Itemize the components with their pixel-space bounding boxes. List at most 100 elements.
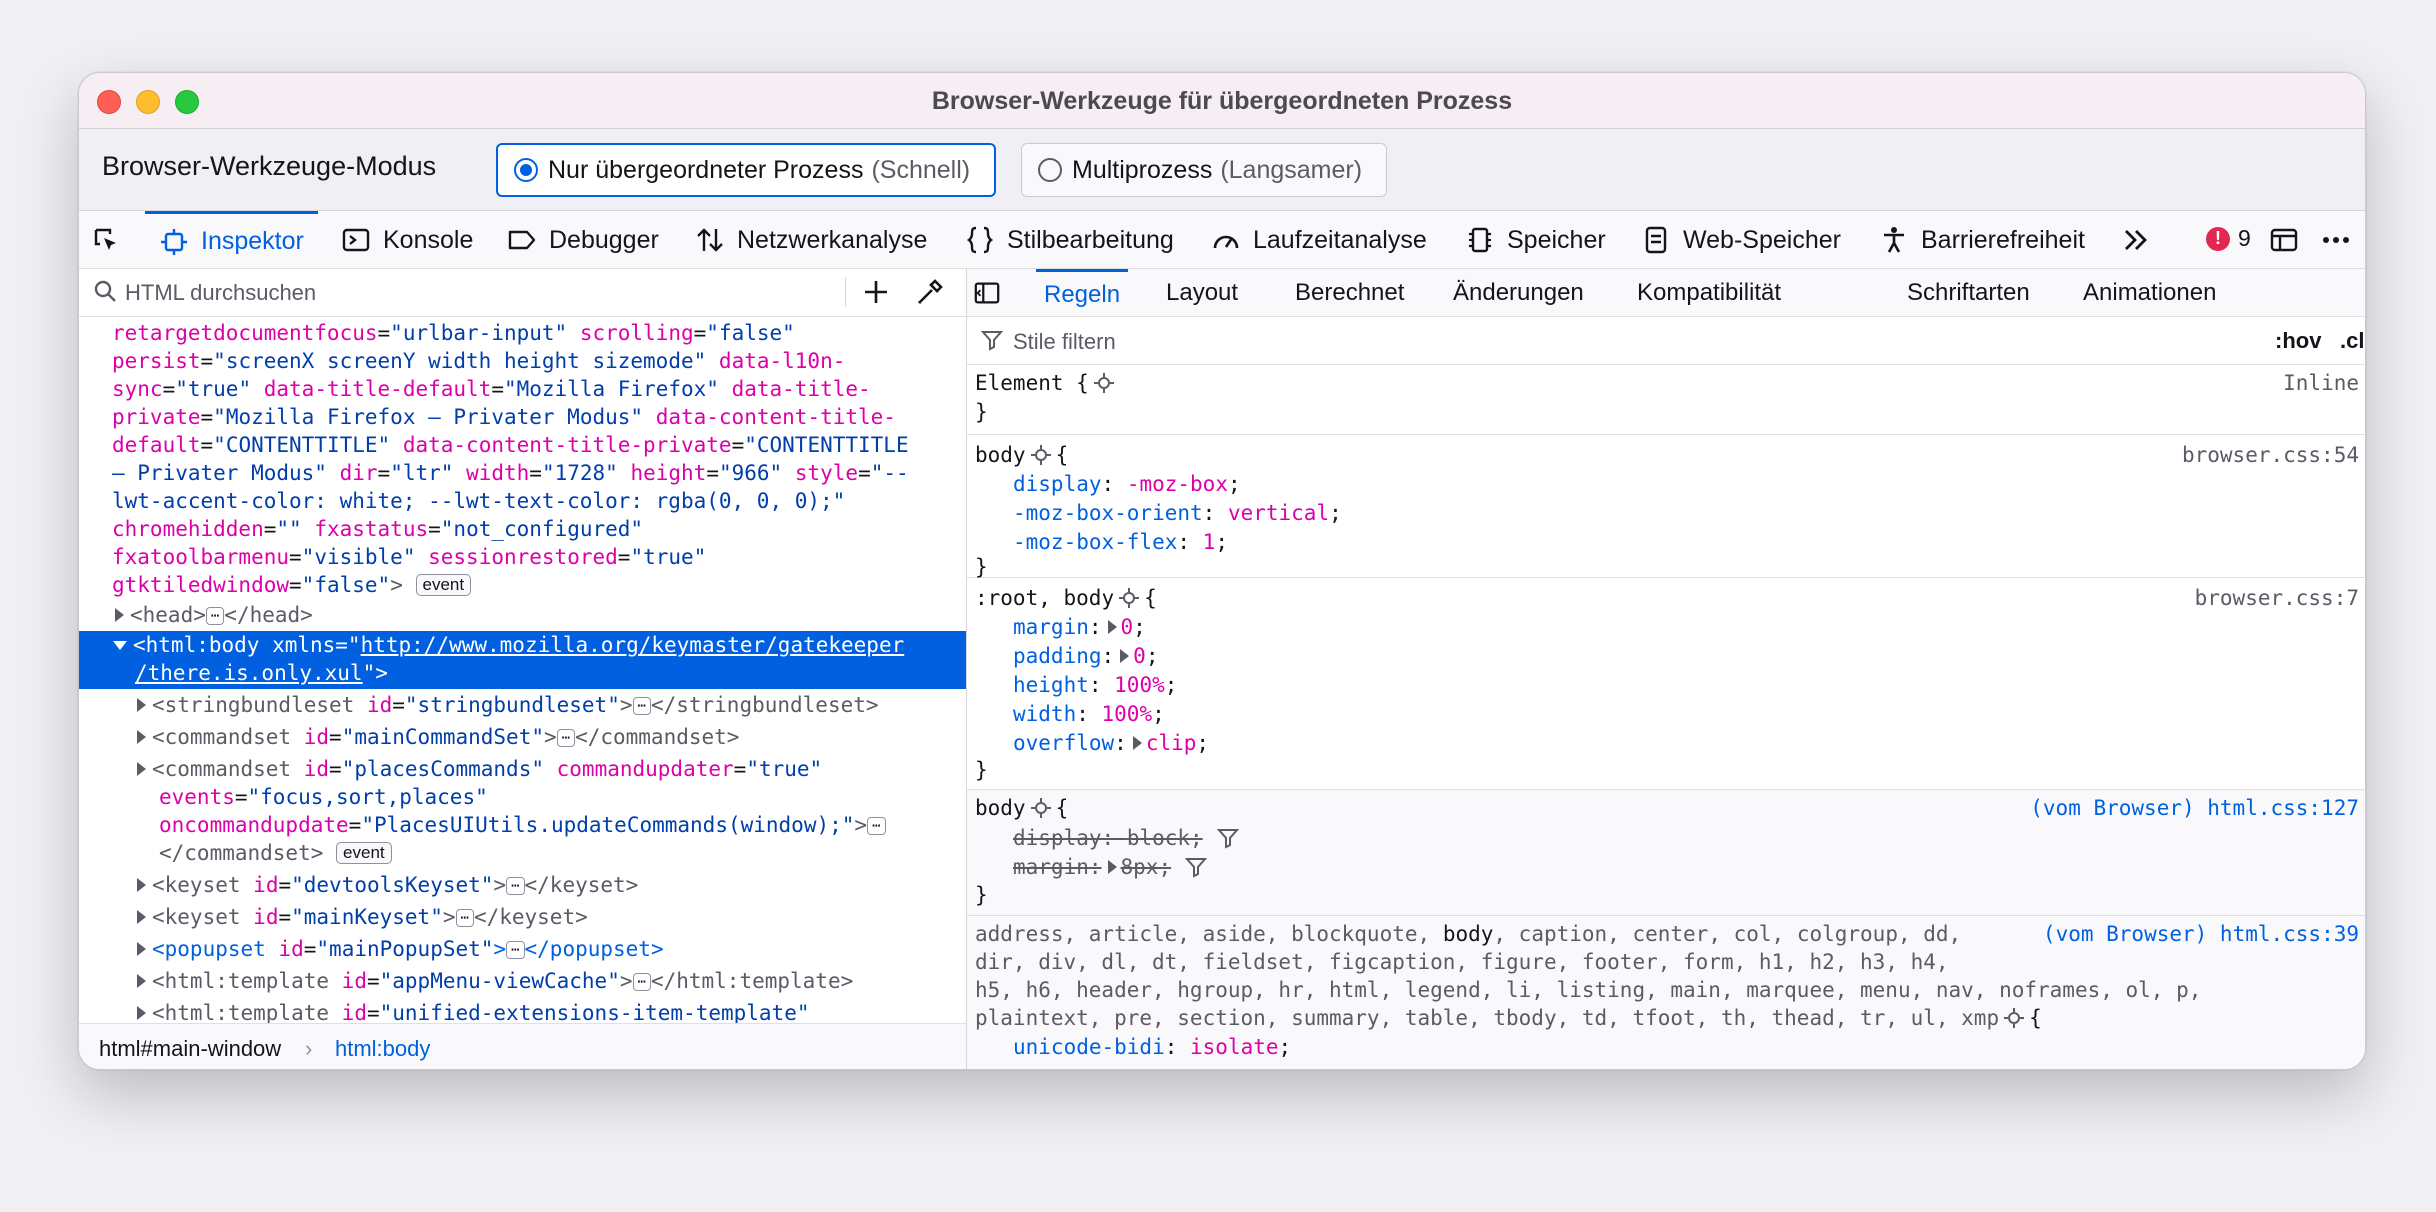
- rule-selector-match[interactable]: body: [1064, 586, 1115, 610]
- declaration[interactable]: width: 100%;: [975, 700, 1165, 729]
- rule-source-link[interactable]: browser.css:54: [2182, 441, 2359, 470]
- tree-node-body-selected[interactable]: <html:body xmlns="http://www.mozilla.org…: [79, 631, 966, 689]
- rule-selector[interactable]: body: [975, 443, 1026, 467]
- rule-selector-line[interactable]: plaintext, pre, section, summary, table,…: [975, 1004, 2042, 1033]
- overridden-declaration[interactable]: margin: 8px;: [975, 853, 1208, 882]
- expand-arrow-icon[interactable]: [137, 698, 146, 712]
- tab-computed[interactable]: Berechnet: [1295, 269, 1404, 317]
- declaration[interactable]: -moz-box-flex: 1;: [975, 528, 1228, 557]
- tab-debugger[interactable]: Debugger: [507, 211, 659, 269]
- expand-arrow-icon[interactable]: [137, 910, 146, 924]
- toggle-sidebar-button[interactable]: [967, 269, 1007, 317]
- expand-arrow-icon[interactable]: [137, 1006, 146, 1020]
- breadcrumb-item[interactable]: html#main-window: [99, 1036, 281, 1062]
- rule-source-link[interactable]: browser.css:7: [2195, 584, 2359, 613]
- tab-memory[interactable]: Speicher: [1465, 211, 1606, 269]
- rule-selector-line[interactable]: address, article, aside, blockquote, bod…: [975, 920, 1961, 949]
- collapsed-ellipsis[interactable]: ⋯: [632, 973, 651, 991]
- tab-fonts[interactable]: Schriftarten: [1907, 269, 2030, 317]
- rule-selector-line[interactable]: dir, div, dl, dt, fieldset, figcaption, …: [975, 948, 1949, 977]
- tab-storage[interactable]: Web-Speicher: [1641, 211, 1841, 269]
- event-badge[interactable]: event: [415, 574, 472, 596]
- filter-icon[interactable]: [1185, 856, 1208, 878]
- declaration[interactable]: height: 100%;: [975, 671, 1177, 700]
- gear-icon[interactable]: [1030, 444, 1052, 466]
- tab-layout[interactable]: Layout: [1166, 269, 1238, 317]
- tree-node[interactable]: <keyset id="devtoolsKeyset"> ⋯ </keyset>: [79, 871, 966, 899]
- tree-node[interactable]: <commandset id="placesCommands" commandu…: [79, 755, 966, 783]
- expand-arrow-icon[interactable]: [137, 730, 146, 744]
- collapse-arrow-icon[interactable]: [113, 641, 127, 650]
- rule-close-brace: }: [975, 400, 988, 424]
- declaration[interactable]: display: -moz-box;: [975, 470, 1241, 499]
- collapsed-ellipsis[interactable]: ⋯: [556, 729, 576, 747]
- gear-icon[interactable]: [1093, 372, 1115, 394]
- expand-arrow-icon[interactable]: [115, 608, 124, 622]
- chevron-right-icon: ›: [305, 1036, 313, 1061]
- more-tools-button[interactable]: [2121, 211, 2163, 269]
- event-badge[interactable]: event: [336, 842, 392, 864]
- expand-shorthand-icon[interactable]: [1107, 620, 1117, 634]
- collapsed-ellipsis[interactable]: ⋯: [205, 607, 225, 625]
- tab-compatibility[interactable]: Kompatibilität: [1637, 269, 1781, 317]
- filter-icon[interactable]: [1216, 827, 1239, 849]
- expand-shorthand-icon[interactable]: [1120, 649, 1130, 663]
- expand-arrow-icon[interactable]: [137, 878, 146, 892]
- gear-icon[interactable]: [1030, 797, 1052, 819]
- expand-shorthand-icon[interactable]: [1107, 860, 1117, 874]
- rule-selector[interactable]: body: [975, 796, 1026, 820]
- expand-arrow-icon[interactable]: [137, 942, 146, 956]
- tab-style-editor[interactable]: Stilbearbeitung: [965, 211, 1174, 269]
- expand-arrow-icon[interactable]: [137, 762, 146, 776]
- declaration[interactable]: -moz-box-orient: vertical;: [975, 499, 1342, 528]
- eyedropper-icon[interactable]: [913, 275, 947, 309]
- add-node-icon[interactable]: [859, 275, 893, 309]
- declaration[interactable]: margin: 0;: [975, 613, 1146, 642]
- tree-node[interactable]: <popupset id="mainPopupSet"> ⋯ </popupset>: [79, 935, 966, 963]
- tree-node[interactable]: <keyset id="mainKeyset"> ⋯ </keyset>: [79, 903, 966, 931]
- html-search-input[interactable]: HTML durchsuchen: [125, 280, 316, 306]
- window-title: Browser-Werkzeuge für übergeordneten Pro…: [931, 87, 1513, 115]
- tab-accessibility[interactable]: Barrierefreiheit: [1879, 211, 2085, 269]
- expand-shorthand-icon[interactable]: [1132, 736, 1142, 750]
- tab-rules[interactable]: Regeln: [1036, 269, 1129, 317]
- collapsed-ellipsis[interactable]: ⋯: [867, 817, 886, 835]
- expand-arrow-icon[interactable]: [137, 974, 146, 988]
- collapsed-ellipsis[interactable]: ⋯: [506, 877, 525, 895]
- collapsed-ellipsis[interactable]: ⋯: [455, 909, 474, 927]
- tree-node[interactable]: <commandset id="mainCommandSet"> ⋯ </comma…: [79, 723, 966, 751]
- tab-animations[interactable]: Animationen: [2083, 269, 2216, 317]
- tab-network[interactable]: Netzwerkanalyse: [695, 211, 927, 269]
- class-toggle[interactable]: .cls: [2340, 328, 2365, 354]
- collapsed-ellipsis[interactable]: ⋯: [632, 697, 651, 715]
- tree-node[interactable]: <html:template id="appMenu-viewCache"> ⋯ <…: [79, 967, 966, 995]
- overridden-declaration[interactable]: display: block;: [975, 824, 1239, 853]
- gear-icon[interactable]: [2003, 1007, 2025, 1029]
- hover-pseudo-toggle[interactable]: :hov: [2275, 328, 2321, 354]
- tree-node-head[interactable]: <head> ⋯ </head>: [79, 601, 966, 629]
- breadcrumb-item-active[interactable]: html:body: [335, 1036, 430, 1062]
- rule-selector-line[interactable]: h5, h6, header, hgroup, hr, html, legend…: [975, 976, 2201, 1005]
- gear-icon[interactable]: [1118, 587, 1140, 609]
- tree-node[interactable]: <html:template id="unified-extensions-it…: [79, 999, 966, 1023]
- tab-performance[interactable]: Laufzeitanalyse: [1211, 211, 1427, 269]
- tab-changes[interactable]: Änderungen: [1453, 269, 1584, 317]
- rule-selector[interactable]: :root,: [975, 586, 1051, 610]
- radio-selected-icon: [514, 158, 538, 182]
- filter-styles-input[interactable]: Stile filtern: [1013, 329, 1116, 355]
- declaration[interactable]: overflow: clip;: [975, 729, 1209, 758]
- rule-source-link[interactable]: (vom Browser) html.css:39: [2042, 920, 2359, 949]
- tab-console[interactable]: Konsole: [341, 211, 473, 269]
- tab-inspector[interactable]: Inspektor: [145, 211, 318, 269]
- dock-layout-button[interactable]: [2269, 211, 2311, 269]
- rule-source-link[interactable]: (vom Browser) html.css:127: [2030, 794, 2359, 823]
- element-picker-button[interactable]: [91, 211, 131, 269]
- settings-menu-button[interactable]: [2321, 211, 2363, 269]
- declaration[interactable]: padding: 0;: [975, 642, 1158, 671]
- collapsed-ellipsis[interactable]: ⋯: [506, 941, 525, 959]
- error-count-badge[interactable]: ! 9: [2206, 225, 2251, 252]
- tree-node[interactable]: <stringbundleset id="stringbundleset"> ⋯ <…: [79, 691, 966, 719]
- declaration[interactable]: unicode-bidi: isolate;: [975, 1033, 1291, 1062]
- parent-process-only-radio[interactable]: Nur übergeordneter Prozess (Schnell): [496, 143, 996, 197]
- multiprocess-radio[interactable]: Multiprozess (Langsamer): [1021, 143, 1387, 197]
